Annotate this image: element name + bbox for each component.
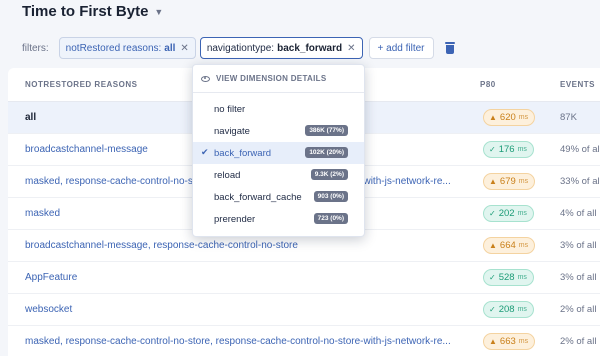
p80-value: 208 bbox=[498, 304, 515, 315]
check-circle-icon: ✓ bbox=[489, 209, 496, 218]
p80-badge: ▲ 663 ms bbox=[483, 333, 536, 350]
p80-unit: ms bbox=[517, 306, 527, 313]
row-events: 87K bbox=[560, 112, 577, 123]
p80-badge: ✓ 528 ms bbox=[483, 269, 534, 286]
row-events: 3% of all bbox=[560, 240, 597, 251]
check-circle-icon: ✓ bbox=[489, 305, 496, 314]
p80-badge: ▲ 620 ms bbox=[483, 109, 536, 126]
close-icon[interactable]: ✕ bbox=[180, 43, 188, 54]
p80-badge: ✓ 208 ms bbox=[483, 301, 534, 318]
table-row[interactable]: masked, response-cache-control-no-store,… bbox=[8, 326, 600, 356]
dropdown-option-count: 903 (0%) bbox=[313, 191, 348, 202]
dropdown-option-count: 9.3K (2%) bbox=[310, 169, 348, 180]
dropdown-option[interactable]: prerender 723 (0%) bbox=[193, 208, 364, 230]
check-icon: ✔ bbox=[201, 147, 209, 157]
row-events: 2% of all bbox=[560, 304, 597, 315]
p80-badge: ▲ 679 ms bbox=[483, 173, 536, 190]
dropdown-option[interactable]: ✔ back_forward 102K (20%) bbox=[193, 142, 364, 164]
filter-chip-key: notRestored reasons: bbox=[65, 42, 162, 54]
warning-triangle-icon: ▲ bbox=[489, 113, 497, 122]
column-header-reasons[interactable]: NOTRESTORED REASONS bbox=[25, 80, 137, 89]
dropdown-option[interactable]: reload 9.3K (2%) bbox=[193, 164, 364, 186]
filter-chip-navigationtype[interactable]: navigationtype: back_forward ✕ bbox=[199, 37, 363, 59]
filter-bar: filters: notRestored reasons: all ✕ navi… bbox=[22, 36, 456, 60]
p80-value: 663 bbox=[499, 336, 516, 347]
row-events: 33% of all bbox=[560, 176, 600, 187]
row-events: 3% of all bbox=[560, 272, 597, 283]
dropdown-option[interactable]: back_forward_cache 903 (0%) bbox=[193, 186, 364, 208]
p80-unit: ms bbox=[517, 210, 527, 217]
p80-unit: ms bbox=[517, 146, 527, 153]
row-events: 4% of all bbox=[560, 208, 597, 219]
row-reason[interactable]: websocket bbox=[25, 304, 475, 315]
chevron-down-icon[interactable]: ▼ bbox=[154, 7, 163, 17]
view-dimension-label: VIEW DIMENSION DETAILS bbox=[216, 74, 327, 83]
dropdown-options: no filter navigate 386K (77%) ✔ back_forward… bbox=[193, 98, 364, 230]
row-reason[interactable]: masked, response-cache-control-no-store,… bbox=[25, 336, 475, 347]
p80-value: 176 bbox=[498, 144, 515, 155]
trash-icon[interactable] bbox=[444, 41, 456, 55]
warning-triangle-icon: ▲ bbox=[489, 177, 497, 186]
p80-badge: ✓ 202 ms bbox=[483, 205, 534, 222]
p80-unit: ms bbox=[517, 274, 527, 281]
table-row[interactable]: AppFeature ✓ 528 ms 3% of all bbox=[8, 262, 600, 294]
dropdown-option-label: navigate bbox=[214, 125, 250, 137]
dropdown-option-label: reload bbox=[214, 169, 241, 181]
filter-chip-notrestored[interactable]: notRestored reasons: all ✕ bbox=[58, 37, 196, 59]
p80-unit: ms bbox=[518, 114, 529, 121]
row-events: 2% of all bbox=[560, 336, 597, 347]
check-circle-icon: ✓ bbox=[489, 145, 496, 154]
dropdown-option[interactable]: no filter bbox=[193, 98, 364, 120]
p80-value: 679 bbox=[499, 176, 516, 187]
row-reason[interactable]: broadcastchannel-message, response-cache… bbox=[25, 240, 475, 251]
dropdown-option-label: no filter bbox=[214, 103, 246, 115]
filters-label: filters: bbox=[22, 42, 49, 54]
row-reason[interactable]: AppFeature bbox=[25, 272, 475, 283]
row-events: 49% of all bbox=[560, 144, 600, 155]
p80-badge: ▲ 664 ms bbox=[483, 237, 536, 254]
p80-value: 664 bbox=[499, 240, 516, 251]
dropdown-option-count: 102K (20%) bbox=[305, 147, 348, 158]
p80-value: 620 bbox=[499, 112, 516, 123]
page-title[interactable]: Time to First Byte ▼ bbox=[22, 3, 163, 20]
p80-unit: ms bbox=[518, 178, 529, 185]
filter-chip-value: all bbox=[164, 42, 176, 54]
column-header-events[interactable]: EVENTS bbox=[560, 80, 595, 89]
close-icon[interactable]: ✕ bbox=[347, 43, 355, 54]
dropdown-option-label: back_forward bbox=[214, 147, 272, 159]
table-row[interactable]: websocket ✓ 208 ms 2% of all bbox=[8, 294, 600, 326]
filter-chip-value: back_forward bbox=[277, 42, 343, 54]
page-header: Time to First Byte ▼ filters: notRestore… bbox=[0, 0, 600, 72]
column-header-p80[interactable]: P80 bbox=[480, 80, 496, 89]
dimension-dropdown: VIEW DIMENSION DETAILS no filter navigate… bbox=[192, 64, 365, 237]
p80-value: 202 bbox=[498, 208, 515, 219]
dropdown-option-label: prerender bbox=[214, 213, 256, 225]
page-title-text: Time to First Byte bbox=[22, 3, 149, 20]
p80-unit: ms bbox=[518, 242, 529, 249]
p80-badge: ✓ 176 ms bbox=[483, 141, 534, 158]
dropdown-option-count: 723 (0%) bbox=[313, 213, 348, 224]
check-circle-icon: ✓ bbox=[489, 273, 496, 282]
p80-value: 528 bbox=[498, 272, 515, 283]
eye-icon bbox=[201, 75, 210, 82]
filter-chip-key: navigationtype: bbox=[206, 42, 275, 54]
warning-triangle-icon: ▲ bbox=[489, 241, 497, 250]
dropdown-option-count: 386K (77%) bbox=[305, 125, 348, 136]
dropdown-option[interactable]: navigate 386K (77%) bbox=[193, 120, 364, 142]
add-filter-button[interactable]: + add filter bbox=[368, 37, 434, 59]
p80-unit: ms bbox=[518, 338, 529, 345]
warning-triangle-icon: ▲ bbox=[489, 337, 497, 346]
dropdown-option-label: back_forward_cache bbox=[214, 191, 302, 203]
view-dimension-details[interactable]: VIEW DIMENSION DETAILS bbox=[193, 65, 364, 93]
